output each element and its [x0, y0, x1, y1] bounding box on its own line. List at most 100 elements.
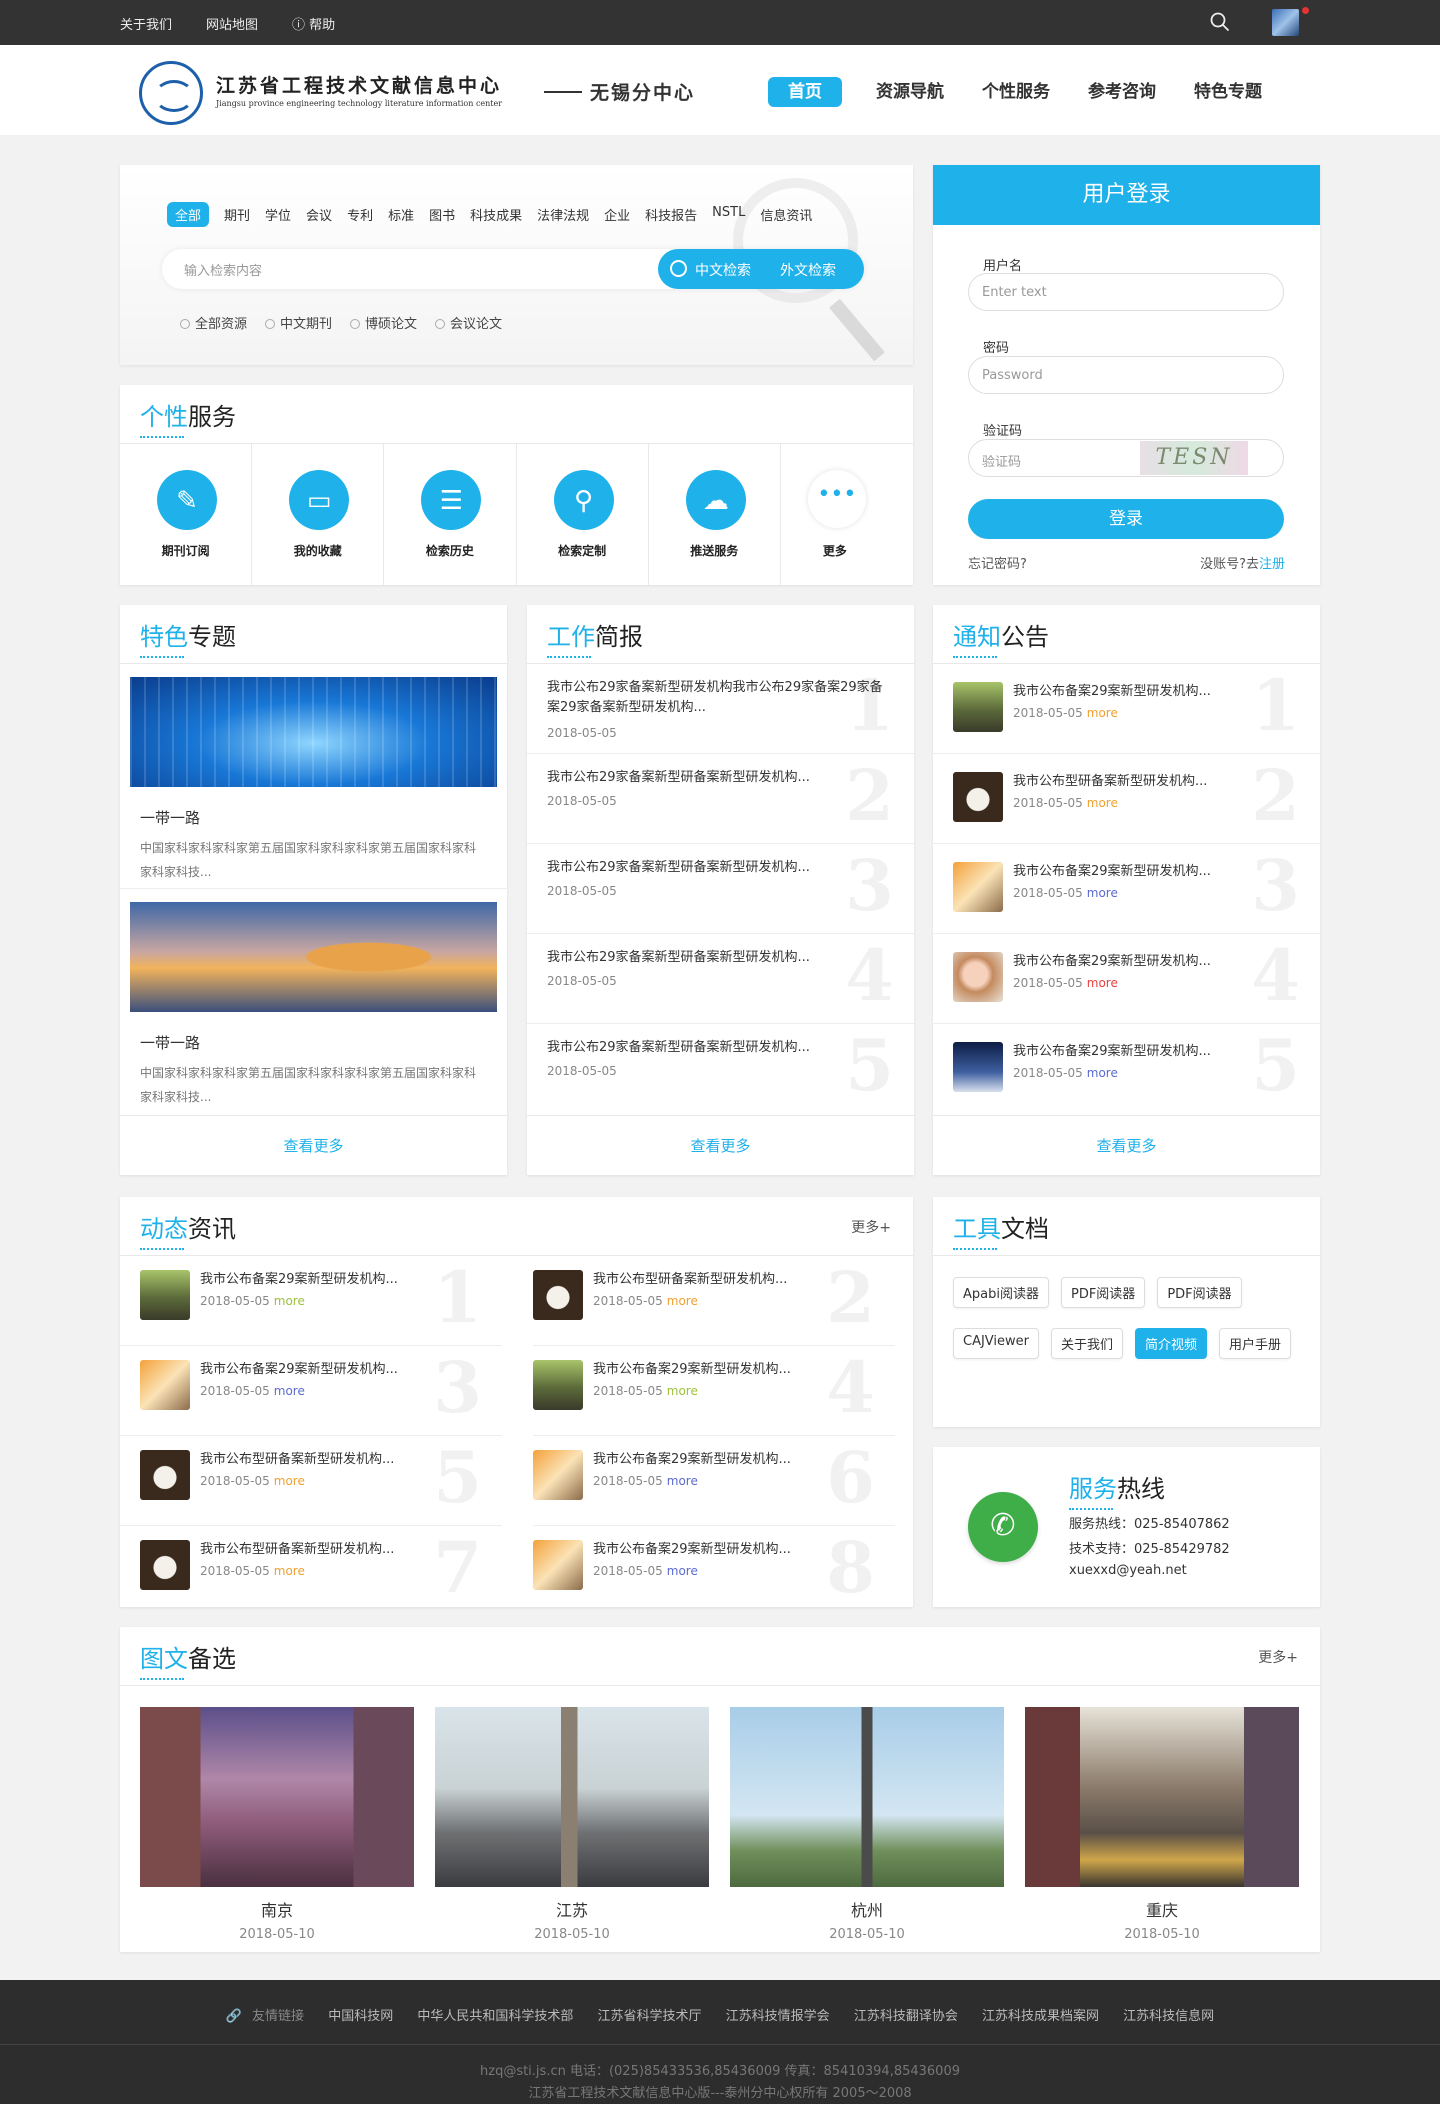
- gallery-item[interactable]: 南京 2018-05-10: [140, 1707, 414, 1942]
- search-tab[interactable]: 图书: [429, 202, 455, 227]
- view-more-link[interactable]: 查看更多: [933, 1115, 1320, 1175]
- news-item[interactable]: 5 我市公布型研备案新型研发机构... 2018-05-05 more: [120, 1436, 502, 1526]
- scope-radio[interactable]: 博硕论文: [350, 313, 417, 332]
- nav-services[interactable]: 个性服务: [978, 77, 1054, 107]
- sitemap-link[interactable]: 网站地图: [206, 14, 258, 33]
- notice-item[interactable]: 5 我市公布备案29案新型研发机构... 2018-05-05 more: [933, 1024, 1320, 1115]
- service-item[interactable]: ⚲ 检索定制: [517, 444, 649, 585]
- more-link[interactable]: more: [1087, 706, 1118, 720]
- tool-tag[interactable]: 关于我们: [1051, 1328, 1124, 1359]
- tool-tag[interactable]: PDF阅读器: [1060, 1277, 1146, 1308]
- more-link[interactable]: more: [274, 1474, 305, 1488]
- footer-link[interactable]: 中国科技网: [328, 2009, 393, 2024]
- nav-consult[interactable]: 参考咨询: [1084, 77, 1160, 107]
- view-more-link[interactable]: 查看更多: [120, 1115, 507, 1175]
- news-item[interactable]: 1 我市公布备案29案新型研发机构... 2018-05-05 more: [120, 1256, 502, 1346]
- news-item[interactable]: 3 我市公布备案29案新型研发机构... 2018-05-05 more: [120, 1346, 502, 1436]
- more-link[interactable]: more: [667, 1294, 698, 1308]
- notice-item[interactable]: 1 我市公布备案29案新型研发机构... 2018-05-05 more: [933, 664, 1320, 754]
- nav-topics[interactable]: 特色专题: [1190, 77, 1266, 107]
- nav-resources[interactable]: 资源导航: [872, 77, 948, 107]
- gallery-item[interactable]: 重庆 2018-05-10: [1025, 1707, 1299, 1942]
- search-tab[interactable]: 信息资讯: [760, 202, 812, 227]
- password-field[interactable]: Password: [968, 356, 1284, 394]
- scope-radio[interactable]: 中文期刊: [265, 313, 332, 332]
- news-item[interactable]: 2 我市公布型研备案新型研发机构... 2018-05-05 more: [533, 1256, 895, 1346]
- gallery-item[interactable]: 杭州 2018-05-10: [730, 1707, 1004, 1942]
- more-link[interactable]: more: [1087, 796, 1118, 810]
- search-tab[interactable]: 科技成果: [470, 202, 522, 227]
- view-more-link[interactable]: 查看更多: [527, 1115, 914, 1175]
- search-input[interactable]: 输入检索内容: [184, 260, 262, 279]
- tool-tag[interactable]: Apabi阅读器: [953, 1277, 1049, 1308]
- help-link[interactable]: ⓘ 帮助: [292, 14, 335, 33]
- service-item[interactable]: ☰ 检索历史: [384, 444, 517, 585]
- logo-emblem[interactable]: [139, 61, 203, 125]
- about-link[interactable]: 关于我们: [120, 14, 172, 33]
- search-tab[interactable]: NSTL: [712, 202, 745, 227]
- news-item[interactable]: 6 我市公布备案29案新型研发机构... 2018-05-05 more: [533, 1436, 895, 1526]
- notice-item[interactable]: 4 我市公布备案29案新型研发机构... 2018-05-05 more: [933, 934, 1320, 1024]
- foreign-search-button[interactable]: 外文检索: [780, 260, 836, 280]
- service-item[interactable]: ••• 更多: [781, 444, 913, 585]
- search-tab[interactable]: 期刊: [224, 202, 250, 227]
- news-more-link[interactable]: 更多+: [851, 1217, 891, 1237]
- more-link[interactable]: more: [667, 1474, 698, 1488]
- featured-item[interactable]: 一带一路 中国家科家科家科家第五届国家科家科家科家第五届国家科家科家科家科技..…: [130, 677, 497, 884]
- more-link[interactable]: more: [274, 1384, 305, 1398]
- contact-email[interactable]: xuexxd@yeah.net: [1069, 1563, 1187, 1578]
- footer-link[interactable]: 江苏科技翻译协会: [854, 2009, 958, 2024]
- tool-tag[interactable]: CAJViewer: [953, 1328, 1039, 1359]
- service-item[interactable]: ▭ 我的收藏: [252, 444, 385, 585]
- captcha-image[interactable]: TESN: [1140, 441, 1248, 475]
- search-tab[interactable]: 企业: [604, 202, 630, 227]
- footer-link[interactable]: 江苏省科学技术厅: [598, 2009, 702, 2024]
- tool-tag[interactable]: PDF阅读器: [1157, 1277, 1242, 1308]
- login-button[interactable]: 登录: [968, 499, 1284, 539]
- search-tab[interactable]: 全部: [167, 202, 210, 227]
- more-link[interactable]: more: [274, 1294, 305, 1308]
- brief-item[interactable]: 3 我市公布29家备案新型研备案新型研发机构... 2018-05-05: [527, 844, 914, 934]
- search-tab[interactable]: 科技报告: [645, 202, 697, 227]
- news-item[interactable]: 8 我市公布备案29案新型研发机构... 2018-05-05 more: [533, 1526, 895, 1607]
- forgot-password-link[interactable]: 忘记密码?: [968, 553, 1027, 572]
- notice-item[interactable]: 3 我市公布备案29案新型研发机构... 2018-05-05 more: [933, 844, 1320, 934]
- more-link[interactable]: more: [667, 1564, 698, 1578]
- search-tab[interactable]: 标准: [388, 202, 414, 227]
- search-tab[interactable]: 专利: [347, 202, 373, 227]
- news-item[interactable]: 7 我市公布型研备案新型研发机构... 2018-05-05 more: [120, 1526, 502, 1607]
- scope-radio[interactable]: 会议论文: [435, 313, 502, 332]
- service-item[interactable]: ✎ 期刊订阅: [120, 444, 253, 585]
- search-tab[interactable]: 会议: [306, 202, 332, 227]
- news-item[interactable]: 4 我市公布备案29案新型研发机构... 2018-05-05 more: [533, 1346, 895, 1436]
- footer-link[interactable]: 江苏科技信息网: [1123, 2009, 1214, 2024]
- more-link[interactable]: more: [1087, 1066, 1118, 1080]
- service-item[interactable]: ☁ 推送服务: [649, 444, 781, 585]
- brief-item[interactable]: 1 我市公布29家备案新型研发机构我市公布29家备案29家备案29家备案新型研发机…: [527, 664, 914, 754]
- footer-link[interactable]: 江苏科技情报学会: [726, 2009, 830, 2024]
- tool-tag[interactable]: 简介视频: [1135, 1328, 1208, 1359]
- gallery-item[interactable]: 江苏 2018-05-10: [435, 1707, 709, 1942]
- more-link[interactable]: more: [667, 1384, 698, 1398]
- register-link[interactable]: 注册: [1259, 557, 1285, 572]
- gallery-more-link[interactable]: 更多+: [1258, 1647, 1298, 1667]
- more-link[interactable]: more: [274, 1564, 305, 1578]
- footer-link[interactable]: 中华人民共和国科学技术部: [417, 2009, 573, 2024]
- tool-tag[interactable]: 用户手册: [1219, 1328, 1292, 1359]
- footer-link[interactable]: 江苏科技成果档案网: [982, 2009, 1099, 2024]
- brief-item[interactable]: 2 我市公布29家备案新型研备案新型研发机构... 2018-05-05: [527, 754, 914, 844]
- username-field[interactable]: Enter text: [968, 273, 1284, 311]
- search-icon[interactable]: [1210, 12, 1230, 32]
- search-tab[interactable]: 法律法规: [537, 202, 589, 227]
- user-avatar[interactable]: [1272, 9, 1299, 36]
- nav-home[interactable]: 首页: [768, 77, 842, 107]
- brief-item[interactable]: 4 我市公布29家备案新型研备案新型研发机构... 2018-05-05: [527, 934, 914, 1024]
- notice-item[interactable]: 2 我市公布型研备案新型研发机构... 2018-05-05 more: [933, 754, 1320, 844]
- brief-item[interactable]: 5 我市公布29家备案新型研备案新型研发机构... 2018-05-05: [527, 1024, 914, 1115]
- featured-item[interactable]: 一带一路 中国家科家科家科家第五届国家科家科家科家第五届国家科家科家科家科技..…: [130, 902, 497, 1109]
- search-tab[interactable]: 学位: [265, 202, 291, 227]
- more-link[interactable]: more: [1087, 976, 1118, 990]
- chinese-search-button[interactable]: 中文检索: [695, 260, 751, 280]
- more-link[interactable]: more: [1087, 886, 1118, 900]
- scope-radio[interactable]: 全部资源: [180, 313, 247, 332]
